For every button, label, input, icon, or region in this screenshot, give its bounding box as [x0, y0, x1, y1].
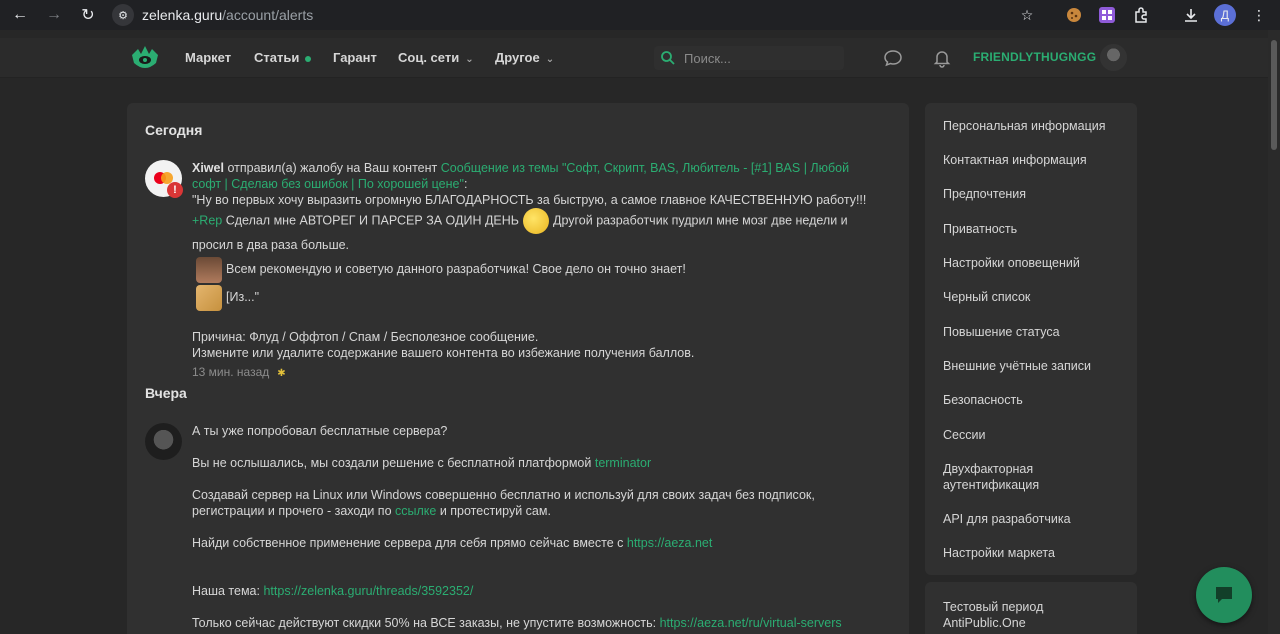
ad-line5: Наша тема: [192, 584, 264, 598]
url-path: /account/alerts [222, 7, 314, 23]
ad-line1: А ты уже попробовал бесплатные сервера? [192, 424, 448, 438]
ad-line2: Вы не ослышались, мы создали решение с б… [192, 456, 595, 470]
sidebar-item-contact[interactable]: Контактная информация [943, 152, 1123, 168]
alert-item: ! Xiwel отправил(а) жалобу на Ваш контен… [145, 160, 885, 379]
section-title-today: Сегодня [145, 122, 203, 138]
trial-link[interactable]: Тестовый период AntiPublic.One [943, 599, 1073, 631]
report-warning-icon: ! [167, 182, 183, 198]
nav-guarantor[interactable]: Гарант [333, 50, 377, 65]
grid-extension-icon[interactable] [1096, 4, 1118, 26]
search-icon [661, 51, 675, 65]
alerts-panel: Сегодня ! Xiwel отправил(а) жалобу на Ва… [127, 103, 909, 634]
site-header: Маркет Статьи Гарант Соц. сети ⌄ Другое ⌄ … [0, 38, 1268, 78]
reload-icon[interactable]: ↻ [74, 1, 102, 29]
sidebar-item-preferences[interactable]: Предпочтения [943, 186, 1123, 202]
username-link[interactable]: FRIENDLYTHUGNGG [973, 50, 1096, 64]
nav-market[interactable]: Маркет [185, 50, 231, 65]
quote-mid3: Всем рекомендую и советую данного разраб… [226, 262, 686, 276]
forward-arrow-icon[interactable]: → [40, 1, 68, 29]
scrollbar-thumb[interactable] [1271, 40, 1277, 150]
aeza-link[interactable]: https://aeza.net [627, 536, 712, 550]
sidebar-item-privacy[interactable]: Приватность [943, 221, 1123, 237]
sidebar-item-upgrade[interactable]: Повышение статуса [943, 324, 1123, 340]
section-title-yesterday: Вчера [145, 385, 187, 401]
site-settings-icon[interactable]: ⚙ [112, 4, 134, 26]
alert-content: А ты уже попробовал бесплатные сервера? … [192, 423, 872, 631]
sidebar-item-2fa[interactable]: Двухфакторная аутентификация [943, 461, 1073, 493]
address-bar[interactable]: ⚙ zelenka.guru/account/alerts [112, 2, 1042, 28]
search-input[interactable] [684, 50, 834, 66]
ad-line6: Только сейчас действуют скидки 50% на ВС… [192, 616, 660, 630]
thread-link[interactable]: https://zelenka.guru/threads/3592352/ [263, 584, 473, 598]
bookmark-star-icon[interactable]: ☆ [1016, 4, 1038, 26]
chevron-down-icon: ⌄ [465, 54, 474, 65]
back-arrow-icon[interactable]: ← [6, 1, 34, 29]
nav-other-label: Другое [495, 50, 540, 65]
bell-icon[interactable] [932, 48, 952, 68]
sidebar-item-alert-settings[interactable]: Настройки оповещений [943, 255, 1123, 271]
url-host: zelenka.guru [142, 7, 223, 23]
nav-other[interactable]: Другое ⌄ [495, 50, 554, 65]
sidebar-item-sessions[interactable]: Сессии [943, 427, 1123, 443]
chat-bubble-icon[interactable] [883, 48, 903, 68]
report-reason: Причина: Флуд / Оффтоп / Спам / Бесполез… [192, 330, 539, 344]
quote-mid1: Сделал мне АВТОРЕГ И ПАРСЕР ЗА ОДИН ДЕНЬ [222, 213, 519, 228]
browser-toolbar: ← → ↻ ⚙ zelenka.guru/account/alerts ☆ Д … [0, 0, 1280, 30]
sidebar-item-external-accounts[interactable]: Внешние учётные записи [943, 358, 1123, 374]
floating-chat-button[interactable] [1196, 567, 1252, 623]
alert-content: Xiwel отправил(а) жалобу на Ваш контент … [192, 160, 872, 382]
sidebar-item-security[interactable]: Безопасность [943, 392, 1123, 408]
user-avatar[interactable] [1100, 44, 1127, 71]
trial-sidebar-box: Тестовый период AntiPublic.One [925, 582, 1137, 634]
alert-colon: : [463, 177, 468, 191]
alert-item: А ты уже попробовал бесплатные сервера? … [145, 423, 885, 634]
browser-menu-icon[interactable]: ⋮ [1248, 4, 1270, 26]
profile-avatar[interactable]: Д [1214, 4, 1236, 26]
sidebar-item-market-settings[interactable]: Настройки маркета [943, 545, 1123, 561]
alert-action-text: отправил(а) жалобу на Ваш контент [223, 161, 441, 175]
star-icon[interactable]: ✱ [277, 368, 285, 379]
nav-articles-label: Статьи [254, 50, 300, 65]
ad-line4: Найди собственное применение сервера для… [192, 536, 627, 550]
chat-icon [1216, 587, 1232, 603]
download-icon[interactable] [1180, 4, 1202, 26]
quote-start: "Ну во первых хочу выразить огромную БЛА… [192, 193, 867, 207]
quote-end: [Из..." [226, 290, 260, 304]
alert-time: 13 мин. назад [192, 365, 270, 379]
nav-articles[interactable]: Статьи [254, 50, 312, 65]
sidebar-item-api[interactable]: API для разработчика [943, 511, 1123, 527]
terminator-link[interactable]: terminator [595, 456, 651, 470]
smiley-emoji-icon [523, 208, 549, 234]
nav-social-label: Соц. сети [398, 50, 460, 65]
alert-user-avatar[interactable] [145, 423, 182, 460]
alert-user-link[interactable]: Xiwel [192, 161, 224, 175]
praying-hands-emoji-icon [196, 284, 222, 311]
search-box [654, 46, 844, 70]
new-content-dot [305, 55, 312, 62]
report-advice: Измените или удалите содержание вашего к… [192, 346, 695, 360]
link-here[interactable]: ссылке [395, 504, 436, 518]
face-emoji-icon [196, 256, 222, 283]
nav-social[interactable]: Соц. сети ⌄ [398, 50, 474, 65]
virtual-servers-link[interactable]: https://aeza.net/ru/virtual-servers [660, 616, 842, 630]
account-sidebar: Персональная информация Контактная инфор… [925, 103, 1137, 575]
extensions-puzzle-icon[interactable] [1130, 4, 1152, 26]
rep-tag: +Rep [192, 213, 223, 228]
sidebar-item-personal[interactable]: Персональная информация [943, 118, 1123, 134]
cookie-extension-icon[interactable] [1063, 4, 1085, 26]
ad-line3-end: и протестируй сам. [436, 504, 551, 518]
site-logo[interactable] [130, 43, 160, 73]
sidebar-item-blacklist[interactable]: Черный список [943, 289, 1123, 305]
chevron-down-icon: ⌄ [545, 54, 555, 65]
page-scrollbar[interactable] [1268, 30, 1280, 634]
